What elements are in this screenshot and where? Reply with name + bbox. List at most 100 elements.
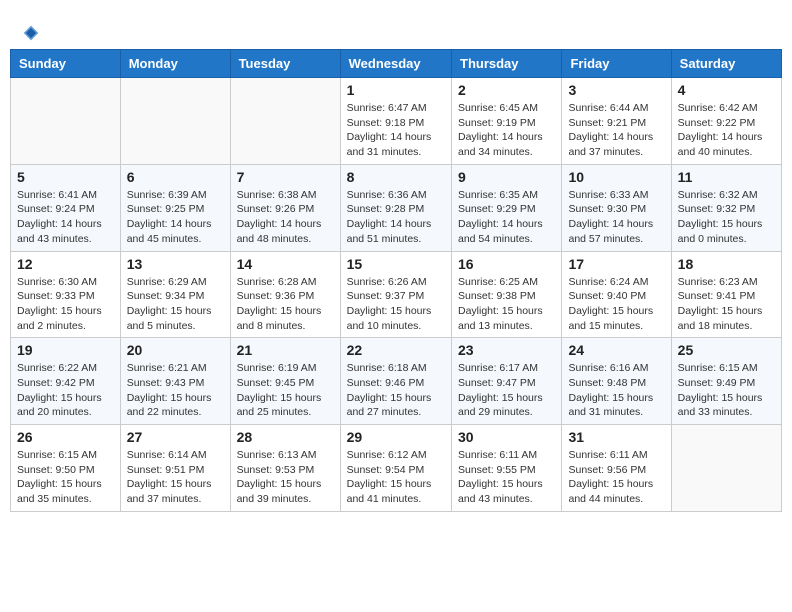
day-number: 12 <box>17 256 114 272</box>
day-number: 8 <box>347 169 445 185</box>
calendar-cell: 18 Sunrise: 6:23 AM Sunset: 9:41 PM Dayli… <box>671 251 781 338</box>
day-number: 27 <box>127 429 224 445</box>
calendar-cell: 24 Sunrise: 6:16 AM Sunset: 9:48 PM Dayli… <box>562 338 671 425</box>
calendar-cell: 27 Sunrise: 6:14 AM Sunset: 9:51 PM Dayli… <box>120 425 230 512</box>
day-info: Sunrise: 6:29 AM Sunset: 9:34 PM Dayligh… <box>127 275 224 334</box>
calendar-cell: 7Sunrise: 6:38 AM Sunset: 9:26 PM Daylig… <box>230 164 340 251</box>
day-number: 17 <box>568 256 664 272</box>
calendar-cell: 30 Sunrise: 6:11 AM Sunset: 9:55 PM Dayli… <box>452 425 562 512</box>
calendar-cell: 17 Sunrise: 6:24 AM Sunset: 9:40 PM Dayli… <box>562 251 671 338</box>
day-info: Sunrise: 6:21 AM Sunset: 9:43 PM Dayligh… <box>127 361 224 420</box>
calendar-cell: 15 Sunrise: 6:26 AM Sunset: 9:37 PM Dayli… <box>340 251 451 338</box>
logo <box>20 20 46 44</box>
day-info: Sunrise: 6:47 AM Sunset: 9:18 PM Dayligh… <box>347 101 445 160</box>
day-info: Sunrise: 6:39 AM Sunset: 9:25 PM Dayligh… <box>127 188 224 247</box>
weekday-header: Saturday <box>671 50 781 78</box>
day-number: 24 <box>568 342 664 358</box>
day-number: 11 <box>678 169 775 185</box>
calendar-cell: 4 Sunrise: 6:42 AM Sunset: 9:22 PM Daylig… <box>671 78 781 165</box>
day-number: 2 <box>458 82 555 98</box>
calendar-table: SundayMondayTuesdayWednesdayThursdayFrid… <box>10 49 782 512</box>
calendar-cell: 1 Sunrise: 6:47 AM Sunset: 9:18 PM Daylig… <box>340 78 451 165</box>
calendar-cell: 21 Sunrise: 6:19 AM Sunset: 9:45 PM Dayli… <box>230 338 340 425</box>
day-info: Sunrise: 6:36 AM Sunset: 9:28 PM Dayligh… <box>347 188 445 247</box>
calendar-cell: 23 Sunrise: 6:17 AM Sunset: 9:47 PM Dayli… <box>452 338 562 425</box>
calendar-week-row: 5Sunrise: 6:41 AM Sunset: 9:24 PM Daylig… <box>11 164 782 251</box>
weekday-header: Monday <box>120 50 230 78</box>
day-number: 22 <box>347 342 445 358</box>
day-info: Sunrise: 6:45 AM Sunset: 9:19 PM Dayligh… <box>458 101 555 160</box>
calendar-cell: 19 Sunrise: 6:22 AM Sunset: 9:42 PM Dayli… <box>11 338 121 425</box>
day-number: 30 <box>458 429 555 445</box>
day-number: 31 <box>568 429 664 445</box>
weekday-header: Thursday <box>452 50 562 78</box>
day-info: Sunrise: 6:38 AM Sunset: 9:26 PM Dayligh… <box>237 188 334 247</box>
logo-icon <box>20 22 42 44</box>
calendar-cell: 25 Sunrise: 6:15 AM Sunset: 9:49 PM Dayli… <box>671 338 781 425</box>
day-info: Sunrise: 6:24 AM Sunset: 9:40 PM Dayligh… <box>568 275 664 334</box>
calendar-header: SundayMondayTuesdayWednesdayThursdayFrid… <box>11 50 782 78</box>
day-number: 16 <box>458 256 555 272</box>
day-info: Sunrise: 6:17 AM Sunset: 9:47 PM Dayligh… <box>458 361 555 420</box>
day-info: Sunrise: 6:44 AM Sunset: 9:21 PM Dayligh… <box>568 101 664 160</box>
calendar-cell: 6 Sunrise: 6:39 AM Sunset: 9:25 PM Daylig… <box>120 164 230 251</box>
day-number: 23 <box>458 342 555 358</box>
calendar-cell: 8 Sunrise: 6:36 AM Sunset: 9:28 PM Daylig… <box>340 164 451 251</box>
day-number: 13 <box>127 256 224 272</box>
day-number: 6 <box>127 169 224 185</box>
day-info: Sunrise: 6:23 AM Sunset: 9:41 PM Dayligh… <box>678 275 775 334</box>
day-info: Sunrise: 6:14 AM Sunset: 9:51 PM Dayligh… <box>127 448 224 507</box>
day-info: Sunrise: 6:25 AM Sunset: 9:38 PM Dayligh… <box>458 275 555 334</box>
day-info: Sunrise: 6:18 AM Sunset: 9:46 PM Dayligh… <box>347 361 445 420</box>
calendar-cell: 9Sunrise: 6:35 AM Sunset: 9:29 PM Daylig… <box>452 164 562 251</box>
day-info: Sunrise: 6:13 AM Sunset: 9:53 PM Dayligh… <box>237 448 334 507</box>
day-info: Sunrise: 6:15 AM Sunset: 9:49 PM Dayligh… <box>678 361 775 420</box>
day-info: Sunrise: 6:30 AM Sunset: 9:33 PM Dayligh… <box>17 275 114 334</box>
day-info: Sunrise: 6:12 AM Sunset: 9:54 PM Dayligh… <box>347 448 445 507</box>
day-info: Sunrise: 6:26 AM Sunset: 9:37 PM Dayligh… <box>347 275 445 334</box>
calendar-cell: 3 Sunrise: 6:44 AM Sunset: 9:21 PM Daylig… <box>562 78 671 165</box>
day-info: Sunrise: 6:15 AM Sunset: 9:50 PM Dayligh… <box>17 448 114 507</box>
day-number: 9 <box>458 169 555 185</box>
calendar-cell <box>671 425 781 512</box>
day-number: 15 <box>347 256 445 272</box>
calendar-cell: 10 Sunrise: 6:33 AM Sunset: 9:30 PM Dayli… <box>562 164 671 251</box>
day-number: 19 <box>17 342 114 358</box>
day-info: Sunrise: 6:11 AM Sunset: 9:55 PM Dayligh… <box>458 448 555 507</box>
calendar-cell <box>11 78 121 165</box>
day-info: Sunrise: 6:32 AM Sunset: 9:32 PM Dayligh… <box>678 188 775 247</box>
day-number: 3 <box>568 82 664 98</box>
calendar-cell: 20Sunrise: 6:21 AM Sunset: 9:43 PM Dayli… <box>120 338 230 425</box>
weekday-header: Friday <box>562 50 671 78</box>
weekday-header: Sunday <box>11 50 121 78</box>
day-number: 26 <box>17 429 114 445</box>
calendar-cell: 5Sunrise: 6:41 AM Sunset: 9:24 PM Daylig… <box>11 164 121 251</box>
day-info: Sunrise: 6:42 AM Sunset: 9:22 PM Dayligh… <box>678 101 775 160</box>
calendar-cell <box>120 78 230 165</box>
calendar-cell: 11 Sunrise: 6:32 AM Sunset: 9:32 PM Dayli… <box>671 164 781 251</box>
calendar-cell: 29Sunrise: 6:12 AM Sunset: 9:54 PM Dayli… <box>340 425 451 512</box>
day-number: 18 <box>678 256 775 272</box>
calendar-cell: 14Sunrise: 6:28 AM Sunset: 9:36 PM Dayli… <box>230 251 340 338</box>
day-info: Sunrise: 6:19 AM Sunset: 9:45 PM Dayligh… <box>237 361 334 420</box>
weekday-header: Tuesday <box>230 50 340 78</box>
page-header <box>10 10 782 49</box>
calendar-week-row: 12 Sunrise: 6:30 AM Sunset: 9:33 PM Dayli… <box>11 251 782 338</box>
calendar-cell: 16 Sunrise: 6:25 AM Sunset: 9:38 PM Dayli… <box>452 251 562 338</box>
calendar-cell: 2 Sunrise: 6:45 AM Sunset: 9:19 PM Daylig… <box>452 78 562 165</box>
day-number: 10 <box>568 169 664 185</box>
day-info: Sunrise: 6:22 AM Sunset: 9:42 PM Dayligh… <box>17 361 114 420</box>
day-number: 25 <box>678 342 775 358</box>
day-info: Sunrise: 6:33 AM Sunset: 9:30 PM Dayligh… <box>568 188 664 247</box>
calendar-cell <box>230 78 340 165</box>
day-number: 1 <box>347 82 445 98</box>
calendar-cell: 26 Sunrise: 6:15 AM Sunset: 9:50 PM Dayli… <box>11 425 121 512</box>
day-number: 4 <box>678 82 775 98</box>
calendar-cell: 31Sunrise: 6:11 AM Sunset: 9:56 PM Dayli… <box>562 425 671 512</box>
day-number: 21 <box>237 342 334 358</box>
calendar-week-row: 26 Sunrise: 6:15 AM Sunset: 9:50 PM Dayli… <box>11 425 782 512</box>
calendar-cell: 22 Sunrise: 6:18 AM Sunset: 9:46 PM Dayli… <box>340 338 451 425</box>
day-number: 14 <box>237 256 334 272</box>
weekday-header: Wednesday <box>340 50 451 78</box>
day-info: Sunrise: 6:16 AM Sunset: 9:48 PM Dayligh… <box>568 361 664 420</box>
